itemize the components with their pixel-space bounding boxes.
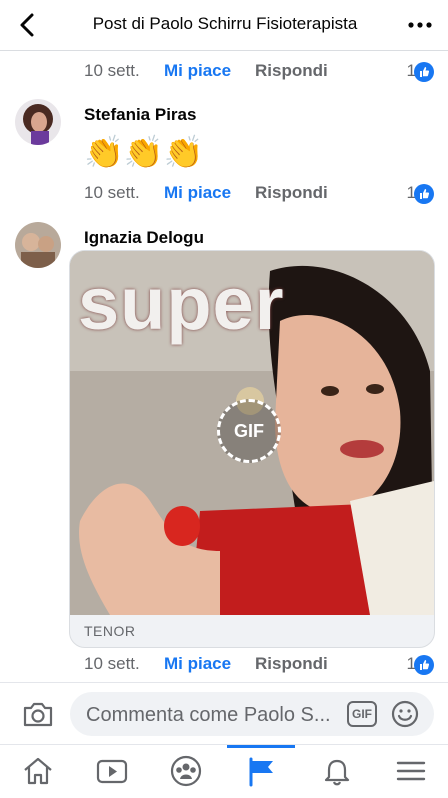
notifications-bell-icon[interactable] [320,755,354,787]
comment-author[interactable]: Stefania Piras [84,105,196,125]
video-icon[interactable] [95,755,129,787]
thumbs-up-icon [414,655,434,675]
menu-icon[interactable] [394,755,428,787]
page-title: Post di Paolo Schirru Fisioterapista [92,14,358,33]
comment-input[interactable] [84,700,338,730]
back-arrow-icon[interactable] [14,12,42,38]
gif-button[interactable]: GIF [347,701,377,727]
thumbs-up-icon [414,184,434,204]
like-link[interactable]: Mi piace [164,654,231,674]
home-icon[interactable] [21,755,55,787]
like-link[interactable]: Mi piace [164,183,231,203]
thumbs-up-icon [414,62,434,82]
like-link[interactable]: Mi piace [164,61,231,81]
gif-play-badge[interactable]: GIF [217,399,281,463]
gif-caption: super [78,262,285,345]
comment-author[interactable]: Ignazia Delogu [84,228,204,248]
comment-actions: 10 sett. Mi piace Rispondi 1 [84,61,434,83]
top-bar: Post di Paolo Schirru Fisioterapista [0,0,448,51]
groups-icon[interactable] [169,755,203,787]
reply-link[interactable]: Rispondi [255,654,328,674]
bottom-nav [0,744,448,798]
comment-actions: 10 sett. Mi piace Rispondi 1 [84,183,434,205]
comment-text: 👏👏👏 [84,134,204,170]
reply-link[interactable]: Rispondi [255,183,328,203]
comment-time: 10 sett. [84,654,140,673]
comment-time: 10 sett. [84,183,140,202]
comment-time: 10 sett. [84,61,140,80]
camera-icon[interactable] [22,700,54,728]
reply-link[interactable]: Rispondi [255,61,328,81]
comment-composer: GIF [0,682,448,745]
comment-actions: 10 sett. Mi piace Rispondi 1 [84,654,434,676]
gif-attachment[interactable]: super GIF TENOR [69,250,435,648]
avatar[interactable] [15,99,61,145]
pages-flag-icon[interactable] [244,755,278,787]
gif-source: TENOR [84,623,136,639]
more-horizontal-icon[interactable] [406,12,434,38]
comment-input-pill: GIF [70,692,434,736]
avatar[interactable] [15,222,61,268]
emoji-icon[interactable] [390,699,420,729]
active-tab-indicator [227,745,295,748]
